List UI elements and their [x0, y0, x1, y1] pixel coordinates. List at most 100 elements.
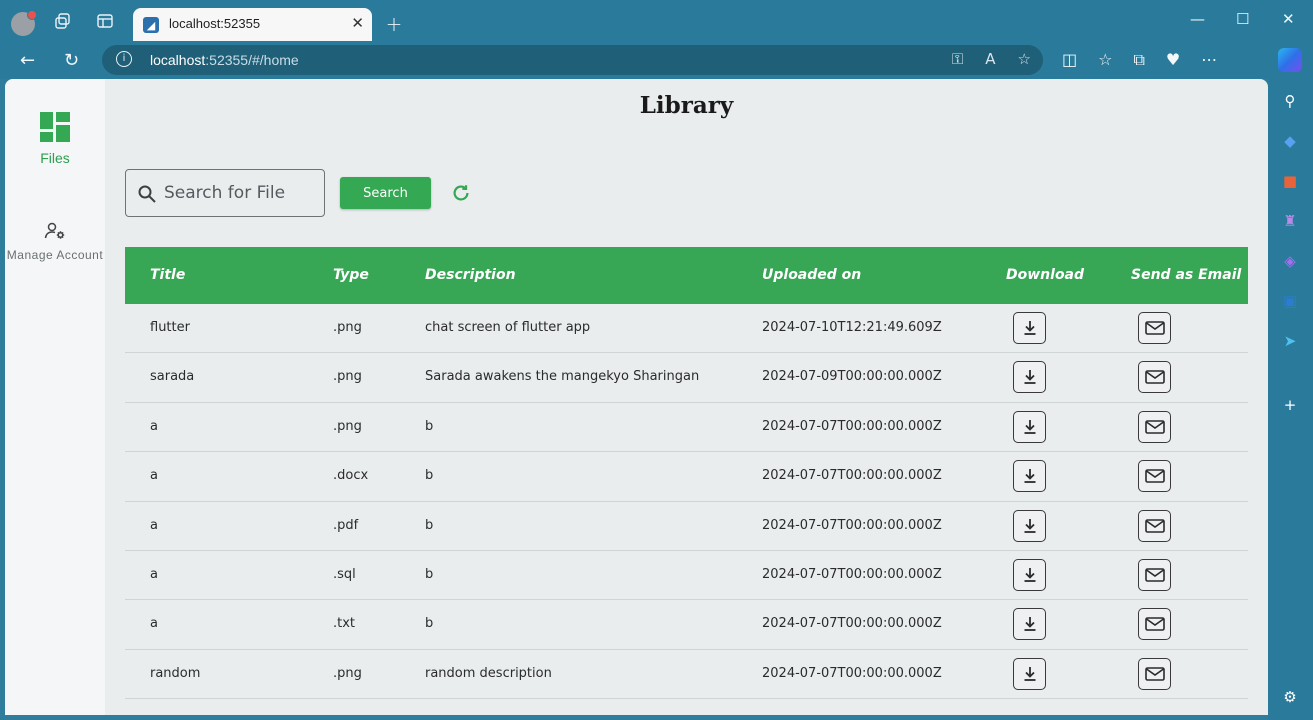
table-row: a .pdf b 2024-07-07T00:00:00.000Z [125, 502, 1248, 551]
cell-title: sarada [150, 369, 195, 385]
send-email-button[interactable] [1138, 608, 1171, 641]
table-row: random .png random description 2024-07-07T0… [125, 650, 1248, 700]
download-button[interactable] [1013, 460, 1046, 493]
url-host: localhost [150, 52, 206, 68]
read-aloud-icon[interactable]: A [985, 50, 995, 68]
send-email-button[interactable] [1138, 460, 1171, 493]
search-icon [138, 185, 156, 203]
collections-icon[interactable]: ⧉ [1133, 50, 1144, 70]
cell-uploaded-on: 2024-07-07T00:00:00.000Z [762, 616, 942, 632]
files-table: Title Type Description Uploaded on Downl… [125, 247, 1248, 700]
outlook-icon[interactable]: ▣ [1280, 291, 1300, 311]
copilot-icon[interactable] [1278, 48, 1302, 72]
flutter-favicon-icon: ◢ [143, 17, 159, 33]
cell-uploaded-on: 2024-07-10T12:21:49.609Z [762, 320, 942, 335]
add-sidebar-app-icon[interactable]: + [1280, 395, 1300, 415]
download-button[interactable] [1013, 361, 1046, 394]
reload-icon[interactable]: ↻ [64, 50, 79, 71]
cell-type: .png [333, 418, 362, 434]
mail-icon [1144, 615, 1166, 633]
cell-title: flutter [150, 320, 190, 335]
send-email-button[interactable] [1138, 410, 1171, 443]
sidebar-settings-icon[interactable]: ⚙ [1280, 687, 1300, 707]
download-icon [1021, 319, 1039, 337]
maximize-icon[interactable]: ☐ [1236, 10, 1249, 28]
download-icon [1021, 566, 1039, 584]
minimize-icon[interactable]: — [1190, 10, 1205, 28]
app-viewport: Files Manage Account Library Search Titl… [5, 79, 1268, 715]
cell-description: b [425, 418, 434, 434]
download-button[interactable] [1013, 608, 1046, 641]
mail-icon [1144, 368, 1166, 386]
tab-actions-icon[interactable] [94, 10, 116, 32]
mail-icon [1144, 319, 1166, 337]
send-email-button[interactable] [1138, 509, 1171, 542]
split-screen-icon[interactable]: ◫ [1062, 50, 1077, 70]
cell-uploaded-on: 2024-07-07T00:00:00.000Z [762, 418, 942, 434]
download-button[interactable] [1013, 509, 1046, 542]
cell-description: b [425, 566, 434, 582]
cell-uploaded-on: 2024-07-07T00:00:00.000Z [762, 517, 942, 533]
download-icon [1021, 418, 1039, 436]
close-window-icon[interactable]: ✕ [1282, 10, 1295, 28]
download-button[interactable] [1013, 312, 1046, 344]
cell-type: .pdf [333, 517, 359, 533]
cell-uploaded-on: 2024-07-09T00:00:00.000Z [762, 369, 942, 385]
favorite-star-icon[interactable]: ☆ [1018, 50, 1031, 68]
site-info-icon[interactable]: i [116, 51, 132, 67]
browser-tool-icons: ◫ ☆ ⧉ ♥ ⋯ [1062, 50, 1217, 70]
browser-titlebar: ◢ localhost:52355 ✕ + — ☐ ✕ [0, 0, 1313, 41]
cell-description: chat screen of flutter app [425, 320, 591, 335]
header-description: Description [425, 267, 516, 283]
shopping-tag-icon[interactable]: ◆ [1280, 131, 1300, 151]
browser-tab[interactable]: ◢ localhost:52355 ✕ [133, 8, 372, 41]
more-menu-icon[interactable]: ⋯ [1201, 50, 1217, 70]
table-row: a .docx b 2024-07-07T00:00:00.000Z [125, 452, 1248, 502]
back-icon[interactable]: ← [20, 50, 35, 71]
nav-item-manage-account[interactable]: Manage Account [5, 209, 105, 289]
download-icon [1021, 517, 1039, 535]
search-field[interactable] [125, 169, 325, 217]
workspaces-icon[interactable] [52, 10, 74, 32]
profile-avatar-icon[interactable] [11, 10, 37, 36]
header-download: Download [1006, 267, 1085, 283]
games-icon[interactable]: ♜ [1280, 211, 1300, 231]
cell-title: a [150, 517, 158, 533]
download-button[interactable] [1013, 410, 1046, 443]
refresh-icon[interactable] [450, 182, 472, 204]
cell-type: .png [333, 320, 362, 335]
cell-description: random description [425, 665, 552, 681]
send-email-button[interactable] [1138, 558, 1171, 591]
download-icon [1021, 467, 1039, 485]
download-icon [1021, 368, 1039, 386]
cell-type: .png [333, 369, 362, 385]
header-type: Type [333, 267, 369, 283]
close-tab-icon[interactable]: ✕ [351, 14, 364, 32]
favorites-icon[interactable]: ☆ [1098, 50, 1112, 70]
send-email-button[interactable] [1138, 361, 1171, 394]
tab-title: localhost:52355 [169, 16, 261, 31]
nav-item-files[interactable]: Files [5, 79, 105, 179]
new-tab-icon[interactable]: + [383, 12, 405, 36]
search-button[interactable]: Search [340, 177, 431, 209]
nav-label-manage-account: Manage Account [6, 248, 104, 262]
nav-label-files: Files [40, 150, 70, 166]
address-bar[interactable]: i localhost:52355/#/home ⚿ A ☆ [102, 45, 1043, 75]
download-icon [1021, 665, 1039, 683]
table-row: a .sql b 2024-07-07T00:00:00.000Z [125, 551, 1248, 601]
send-email-button[interactable] [1138, 312, 1171, 344]
table-row: sarada .png Sarada awakens the mangekyo Sh… [125, 353, 1248, 403]
download-button[interactable] [1013, 558, 1046, 591]
download-button[interactable] [1013, 657, 1046, 690]
address-actions: ⚿ A ☆ [952, 50, 1031, 68]
microsoft365-icon[interactable]: ◈ [1280, 251, 1300, 271]
browser-essentials-icon[interactable]: ♥ [1166, 50, 1180, 70]
key-icon[interactable]: ⚿ [952, 50, 963, 68]
cell-type: .txt [333, 616, 356, 632]
send-email-button[interactable] [1138, 657, 1171, 690]
send-icon[interactable]: ➤ [1280, 331, 1300, 351]
tools-briefcase-icon[interactable]: ■ [1280, 171, 1300, 191]
cell-description: Sarada awakens the mangekyo Sharingan [425, 369, 700, 385]
search-input[interactable] [164, 171, 319, 215]
search-sidebar-icon[interactable]: ⚲ [1280, 91, 1300, 111]
